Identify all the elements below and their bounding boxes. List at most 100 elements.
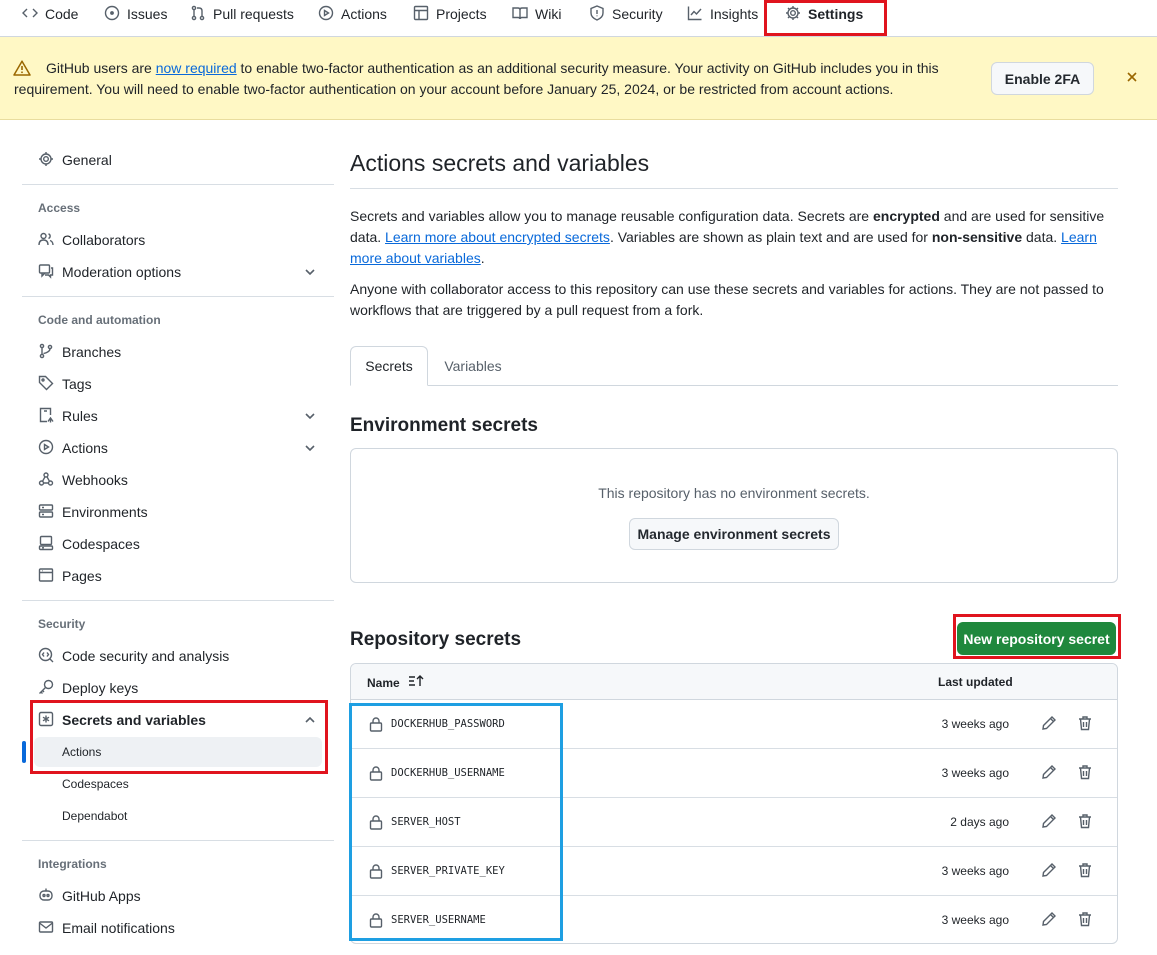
sidebar-item-pages[interactable]: Pages [38, 564, 102, 588]
play-icon [38, 439, 54, 458]
desc-text: data. [1022, 229, 1062, 245]
banner-message: GitHub users are now required to enable … [14, 58, 974, 100]
branch-icon [38, 343, 54, 362]
trash-icon[interactable] [1077, 813, 1093, 829]
key-icon [38, 679, 54, 698]
pencil-icon[interactable] [1041, 813, 1057, 829]
environment-secrets-box: This repository has no environment secre… [350, 448, 1118, 583]
title-divider [350, 188, 1118, 189]
graph-icon [687, 5, 703, 24]
tab-insights[interactable]: Insights [687, 0, 758, 28]
chevron-down-icon[interactable] [303, 409, 317, 423]
trash-icon[interactable] [1077, 911, 1093, 927]
table-header: Name Last updated [351, 664, 1117, 700]
sidebar-item-branches[interactable]: Branches [38, 340, 121, 364]
secret-updated: 3 weeks ago [941, 913, 1009, 927]
trash-icon[interactable] [1077, 862, 1093, 878]
tab-wiki[interactable]: Wiki [512, 0, 561, 28]
sidebar-label: Moderation options [62, 264, 182, 280]
pencil-icon[interactable] [1041, 764, 1057, 780]
pencil-icon[interactable] [1041, 911, 1057, 927]
comment-discussion-icon [38, 263, 54, 282]
sidebar-item-codespaces[interactable]: Codespaces [38, 532, 140, 556]
desc-text: . [480, 250, 485, 266]
column-header-name[interactable]: Name [367, 675, 424, 690]
sidebar-item-tags[interactable]: Tags [38, 372, 92, 396]
tab-label: Pull requests [213, 6, 294, 22]
codespaces-icon [38, 535, 54, 554]
repo-push-icon [38, 407, 54, 426]
now-required-link[interactable]: now required [156, 60, 237, 76]
sidebar-divider [22, 840, 334, 841]
sidebar-item-email[interactable]: Email notifications [38, 916, 175, 940]
tab-pull-requests[interactable]: Pull requests [190, 0, 294, 28]
close-icon[interactable] [1124, 69, 1140, 85]
sidebar-label: Code security and analysis [62, 648, 230, 664]
sidebar-label: General [62, 152, 112, 168]
manage-environment-secrets-button[interactable]: Manage environment secrets [629, 518, 839, 550]
chevron-down-icon[interactable] [303, 265, 317, 279]
trash-icon[interactable] [1077, 715, 1093, 731]
tab-code[interactable]: Code [22, 0, 78, 28]
tab-label: Security [612, 6, 663, 22]
highlight-new-secret-box [953, 614, 1121, 659]
sidebar-label: Tags [62, 376, 92, 392]
table-icon [413, 5, 429, 24]
sidebar-item-rules[interactable]: Rules [38, 404, 98, 428]
play-icon [318, 5, 334, 24]
browser-icon [38, 567, 54, 586]
secrets-variables-tabs: Secrets Variables [350, 346, 1118, 386]
tab-security[interactable]: Security [589, 0, 663, 28]
sidebar-heading-code: Code and automation [38, 313, 161, 327]
tab-projects[interactable]: Projects [413, 0, 487, 28]
tab-actions[interactable]: Actions [318, 0, 387, 28]
sidebar-label: Environments [62, 504, 148, 520]
sidebar-label: Webhooks [62, 472, 128, 488]
sidebar-label: Deploy keys [62, 680, 139, 696]
tab-variables[interactable]: Variables [430, 346, 516, 386]
column-label: Name [367, 675, 400, 690]
tab-secrets[interactable]: Secrets [350, 346, 428, 386]
webhook-icon [38, 471, 54, 490]
sidebar-divider [22, 184, 334, 185]
mail-icon [38, 919, 54, 938]
repo-nav: Code Issues Pull requests Actions Projec… [0, 0, 1157, 37]
pull-request-icon [190, 5, 206, 24]
learn-encrypted-secrets-link[interactable]: Learn more about encrypted secrets [385, 229, 610, 245]
tab-label: Wiki [535, 6, 562, 22]
secret-updated: 3 weeks ago [941, 717, 1009, 731]
sidebar-divider [22, 600, 334, 601]
pencil-icon[interactable] [1041, 715, 1057, 731]
people-icon [38, 231, 54, 250]
sidebar-item-code-security[interactable]: Code security and analysis [38, 644, 229, 668]
pencil-icon[interactable] [1041, 862, 1057, 878]
chevron-down-icon[interactable] [303, 441, 317, 455]
sidebar-item-deploy-keys[interactable]: Deploy keys [38, 676, 138, 700]
sidebar-item-environments[interactable]: Environments [38, 500, 148, 524]
page-title: Actions secrets and variables [350, 150, 650, 176]
sidebar-subitem-codespaces[interactable]: Codespaces [62, 777, 129, 791]
highlight-secret-names-box [349, 703, 563, 941]
enable-2fa-button[interactable]: Enable 2FA [991, 62, 1094, 95]
sidebar-item-collaborators[interactable]: Collaborators [38, 228, 145, 252]
shield-icon [589, 4, 605, 24]
desc-text: Secrets and variables allow you to manag… [350, 208, 873, 224]
sidebar-label: GitHub Apps [62, 888, 141, 904]
tab-label: Projects [436, 6, 487, 22]
sidebar-item-webhooks[interactable]: Webhooks [38, 468, 128, 492]
gear-icon [38, 151, 54, 170]
issue-icon [104, 5, 120, 24]
sidebar-item-actions[interactable]: Actions [38, 436, 108, 460]
code-icon [22, 5, 38, 24]
sidebar-item-github-apps[interactable]: GitHub Apps [38, 884, 141, 908]
column-header-updated: Last updated [938, 675, 1013, 689]
sidebar-item-moderation[interactable]: Moderation options [38, 260, 181, 284]
sidebar-label: Rules [62, 408, 98, 424]
sidebar-subitem-dependabot[interactable]: Dependabot [62, 809, 127, 823]
tab-label: Issues [127, 6, 168, 22]
sidebar-label: Actions [62, 440, 108, 456]
trash-icon[interactable] [1077, 764, 1093, 780]
sidebar-item-general[interactable]: General [38, 148, 112, 172]
tab-issues[interactable]: Issues [104, 0, 167, 28]
highlight-secrets-box [30, 700, 328, 774]
